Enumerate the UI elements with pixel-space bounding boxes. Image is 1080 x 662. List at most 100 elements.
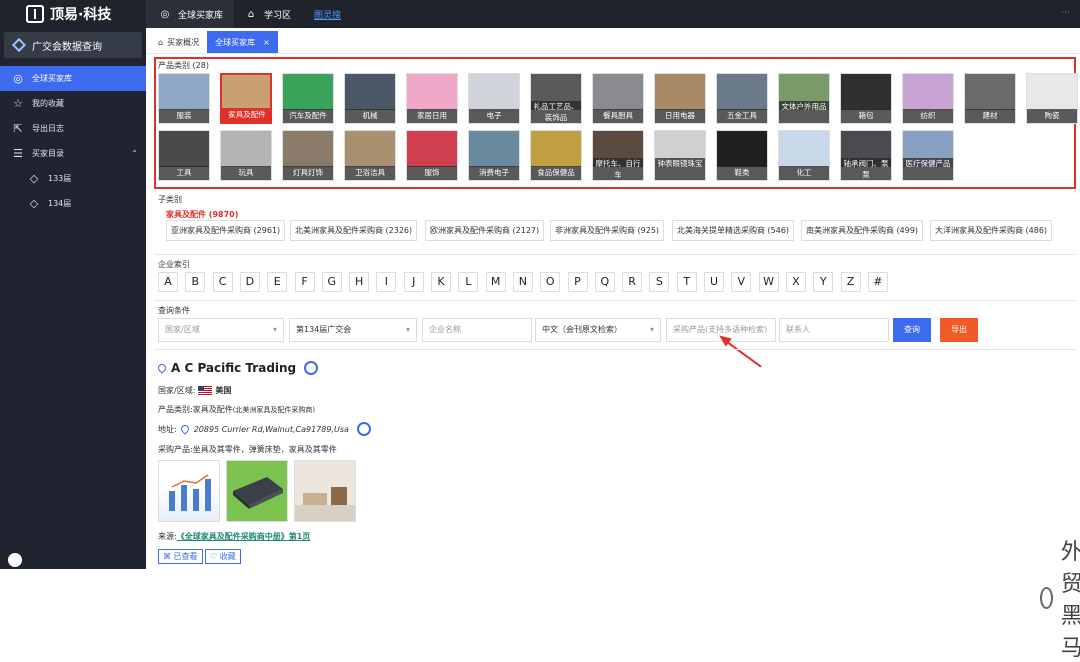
product-thumbnail-room[interactable] bbox=[294, 460, 356, 522]
index-letter-g[interactable]: G bbox=[321, 272, 342, 292]
product-category-item[interactable]: 家具及配件 bbox=[220, 73, 272, 124]
subcategory-chip[interactable]: 非洲家具及配件采购商 (925) bbox=[550, 220, 665, 241]
index-letter-o[interactable]: O bbox=[540, 272, 561, 292]
index-letter-l[interactable]: L bbox=[458, 272, 479, 292]
index-letter-j[interactable]: J bbox=[403, 272, 424, 292]
product-category-item[interactable]: 食品保健品 bbox=[530, 130, 582, 181]
index-letter-m[interactable]: M bbox=[485, 272, 506, 292]
subcategory-chip[interactable]: 大洋洲家具及配件采购商 (486) bbox=[930, 220, 1053, 241]
product-category-item[interactable]: 工具 bbox=[158, 130, 210, 181]
company-name-input[interactable]: 企业名称 bbox=[422, 318, 532, 342]
product-category-item[interactable]: 鞋类 bbox=[716, 130, 768, 181]
region-select[interactable]: 国家/区域 ▾ bbox=[158, 318, 284, 342]
company-name[interactable]: A C Pacific Trading bbox=[156, 361, 319, 375]
index-letter-v[interactable]: V bbox=[731, 272, 752, 292]
subcategory-chip[interactable]: 南美洲家具及配件采购商 (499) bbox=[801, 220, 924, 241]
product-category-item[interactable]: 钟表眼镜珠宝 bbox=[654, 130, 706, 181]
index-letter-z[interactable]: Z bbox=[840, 272, 861, 292]
product-category-item[interactable]: 机械 bbox=[344, 73, 396, 124]
tab-global-buyers-page[interactable]: 全球买家库 × bbox=[207, 31, 278, 53]
sidebar-item-export-log[interactable]: ⇱ 导出日志 bbox=[0, 116, 146, 141]
help-icon[interactable] bbox=[8, 553, 22, 567]
index-letter-r[interactable]: R bbox=[622, 272, 643, 292]
product-category-item[interactable]: 化工 bbox=[778, 130, 830, 181]
close-icon[interactable]: × bbox=[263, 38, 270, 47]
product-category-item[interactable]: 五金工具 bbox=[716, 73, 768, 124]
product-category-item[interactable]: 轴承阀门、泵泵 bbox=[840, 130, 892, 181]
index-letter-k[interactable]: K bbox=[431, 272, 451, 292]
sidebar-item-buyer-catalog[interactable]: ☰ 买家目录 ⌃ bbox=[0, 141, 146, 166]
sidebar-item-133[interactable]: ◇ 133届 bbox=[0, 166, 146, 191]
index-letter-h[interactable]: H bbox=[349, 272, 370, 292]
index-letter-d[interactable]: D bbox=[239, 272, 260, 292]
product-category-item[interactable]: 纺织 bbox=[902, 73, 954, 124]
product-category-item[interactable]: 建材 bbox=[964, 73, 1016, 124]
index-letter-x[interactable]: X bbox=[785, 272, 806, 292]
tab-turing-search[interactable]: 图灵搜 bbox=[314, 0, 354, 28]
tab-label: 全球买家库 bbox=[178, 10, 224, 21]
product-category-item[interactable]: 日用电器 bbox=[654, 73, 706, 124]
product-category-item[interactable]: 家居日用 bbox=[406, 73, 458, 124]
product-category-item[interactable]: 医疗保健产品 bbox=[902, 130, 954, 181]
tab-global-buyers[interactable]: ◎ 全球买家库 bbox=[146, 0, 234, 28]
index-letter-f[interactable]: F bbox=[294, 272, 315, 292]
sidebar-item-global-buyers[interactable]: ◎ 全球买家库 bbox=[0, 66, 146, 91]
share-icon[interactable] bbox=[304, 361, 319, 375]
product-category-item[interactable]: 服饰 bbox=[406, 130, 458, 181]
index-letter-q[interactable]: Q bbox=[594, 272, 615, 292]
select-value: 第134届广交会 bbox=[296, 325, 352, 334]
product-thumbnail-mattress[interactable] bbox=[226, 460, 288, 522]
sidebar-item-134[interactable]: ◇ 134届 bbox=[0, 191, 146, 216]
index-letter-hash[interactable]: # bbox=[867, 272, 888, 292]
product-category-item[interactable]: 餐具厨具 bbox=[592, 73, 644, 124]
product-category-item[interactable]: 消费电子 bbox=[468, 130, 520, 181]
product-category-item[interactable]: 灯具灯饰 bbox=[282, 130, 334, 181]
subcategory-chip[interactable]: 亚洲家具及配件采购商 (2961) bbox=[166, 220, 286, 241]
product-category-label: 箱包 bbox=[841, 109, 891, 123]
index-letter-e[interactable]: E bbox=[267, 272, 288, 292]
index-letter-y[interactable]: Y bbox=[813, 272, 834, 292]
viewed-button[interactable]: ⌘ 已查看 bbox=[158, 549, 203, 564]
index-letter-a[interactable]: A bbox=[158, 272, 178, 292]
mattress-icon bbox=[233, 477, 283, 509]
export-button[interactable]: 导出 bbox=[940, 318, 978, 342]
product-category-item[interactable]: 卫浴洁具 bbox=[344, 130, 396, 181]
index-letter-s[interactable]: S bbox=[649, 272, 670, 292]
index-letter-c[interactable]: C bbox=[212, 272, 233, 292]
product-thumbnail-chart[interactable] bbox=[158, 460, 220, 522]
canton-fair-query-button[interactable]: 广交会数据查询 bbox=[4, 32, 142, 58]
contact-input[interactable]: 联系人 bbox=[779, 318, 889, 342]
product-category-label: 医疗保健产品 bbox=[903, 158, 953, 180]
index-letter-i[interactable]: I bbox=[376, 272, 397, 292]
subcategory-chip[interactable]: 北美洲家具及配件采购商 (2326) bbox=[290, 220, 418, 241]
index-letter-t[interactable]: T bbox=[676, 272, 697, 292]
more-icon[interactable]: ⋯ bbox=[1061, 8, 1070, 18]
favorite-button[interactable]: ♡ 收藏 bbox=[205, 549, 241, 564]
subcategory-chip[interactable]: 欧洲家具及配件采购商 (2127) bbox=[425, 220, 545, 241]
source-link[interactable]: 《全球家具及配件采购商中册》第1页 bbox=[177, 532, 311, 541]
brand-logo[interactable]: 顶易·科技 bbox=[0, 0, 146, 28]
product-category-item[interactable]: 文体户外用品 bbox=[778, 73, 830, 124]
product-category-item[interactable]: 礼品工艺品、装饰品 bbox=[530, 73, 582, 124]
session-select[interactable]: 第134届广交会 ▾ bbox=[289, 318, 417, 342]
subcategory-chip[interactable]: 北美海关提单精选采购商 (546) bbox=[672, 220, 795, 241]
tab-learning[interactable]: ⌂ 学习区 bbox=[244, 0, 304, 28]
product-category-item[interactable]: 服装 bbox=[158, 73, 210, 124]
tab-buyer-overview[interactable]: ⌂ 买家概况 bbox=[150, 31, 207, 53]
index-letter-u[interactable]: U bbox=[704, 272, 724, 292]
index-letter-w[interactable]: W bbox=[758, 272, 779, 292]
product-category-item[interactable]: 玩具 bbox=[220, 130, 272, 181]
index-letter-b[interactable]: B bbox=[185, 272, 206, 292]
sidebar-item-favorites[interactable]: ☆ 我的收藏 bbox=[0, 91, 146, 116]
product-category-item[interactable]: 汽车及配件 bbox=[282, 73, 334, 124]
category-label: 产品类别: bbox=[158, 405, 193, 414]
language-select[interactable]: 中文（会刊原文检索） ▾ bbox=[535, 318, 661, 342]
index-letter-p[interactable]: P bbox=[567, 272, 588, 292]
share-icon[interactable] bbox=[356, 422, 371, 436]
product-category-item[interactable]: 摩托车、自行车 bbox=[592, 130, 644, 181]
product-category-item[interactable]: 箱包 bbox=[840, 73, 892, 124]
search-button[interactable]: 查询 bbox=[893, 318, 931, 342]
product-category-item[interactable]: 电子 bbox=[468, 73, 520, 124]
product-category-item[interactable]: 陶瓷 bbox=[1026, 73, 1078, 124]
index-letter-n[interactable]: N bbox=[512, 272, 533, 292]
